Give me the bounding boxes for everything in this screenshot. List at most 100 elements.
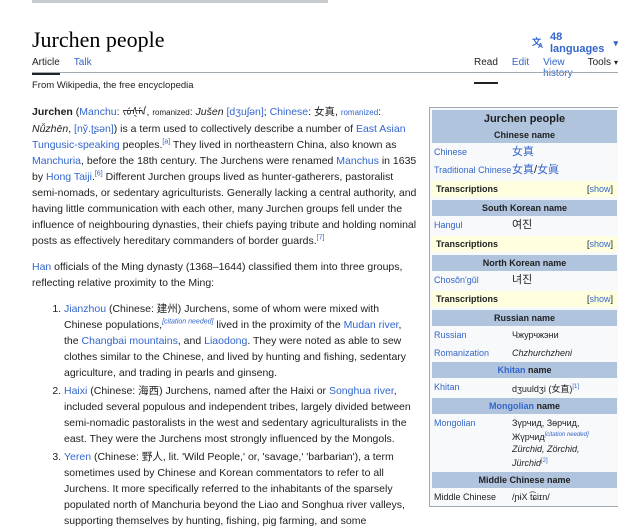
infobox-header-mongolian: Mongolian name [432,398,617,414]
infobox-header-middle-chinese: Middle Chinese name [432,472,617,488]
ref-7[interactable]: [7] [317,235,325,242]
link-khitan-header[interactable]: Khitan [497,365,525,375]
link-liaodong[interactable]: Liaodong [204,335,247,347]
text-run: ) is a term used to collectively describ… [113,123,356,135]
page-title: Jurchen people [32,27,165,52]
link-manchuria[interactable]: Manchuria [32,155,81,167]
link-jianzhou[interactable]: Jianzhou [64,303,106,315]
mongolian-cyrillic: Зүрчид, Зөрчид, Жүрчид [512,418,580,442]
infobox-header-khitan: Khitan name [432,362,617,378]
top-bar [0,0,618,6]
link-haixi[interactable]: Haixi [64,385,87,397]
transcriptions-toggle[interactable]: Transcriptions [show] [432,291,617,307]
romanized-label: romanized [152,108,190,117]
text-run: They lived in northeastern China, also k… [170,139,397,151]
bracket: ] [610,294,613,304]
list-item: Jianzhou (Chinese: 建州) Jurchens, some of… [64,301,418,381]
bold-term: Jurchen [32,106,73,118]
link-chinese-label[interactable]: Chinese [434,146,512,158]
link-romanized[interactable]: romanized [341,108,378,117]
list-item: Yeren (Chinese: 野人, lit. 'Wild People,' … [64,449,418,529]
tab-edit[interactable]: Edit [512,57,529,84]
link-mudan-river[interactable]: Mudan river [344,319,399,331]
infobox-header-south-korean: South Korean name [432,200,617,216]
link-hangul[interactable]: Hangul [434,219,512,231]
manchu-script: ᠵᡠᡧᡝᠨ [122,106,147,118]
show-button[interactable]: show [589,294,610,304]
link-han[interactable]: Han [32,261,51,273]
chosongul-value: 녀진 [512,274,533,286]
citation-needed[interactable]: [citation needed] [545,432,589,438]
text-run: officials of the Ming dynasty (1368–1644… [32,261,403,289]
ref-2[interactable]: [2] [541,458,548,464]
ref-6[interactable]: [6] [95,171,103,178]
text-run: (Chinese: 野人, lit. 'Wild People,' or, 's… [64,451,405,527]
link-jusen-ipa[interactable]: [dʒuʃən] [227,106,264,118]
tabs-divider [32,72,618,73]
nuzhen: Nǚzhēn [32,123,69,135]
tools-label: Tools [587,57,611,68]
text-run: , before the 18th century. The Jurchens … [81,155,337,167]
translate-icon: 文A [531,36,545,51]
link-mongolian-header[interactable]: Mongolian [489,401,534,411]
transcriptions-toggle[interactable]: Transcriptions [show] [432,236,617,252]
chinese-term: 女真 [313,106,335,118]
show-button[interactable]: show [589,239,610,249]
link-traditional-chinese[interactable]: Traditional Chinese [434,164,512,176]
infobox-row: Romanization Chzhurchzheni [430,344,618,362]
jusen: Jušen [195,106,224,118]
link-chosongul[interactable]: Chosŏn'gŭl [434,274,512,286]
link-russian[interactable]: Russian [434,329,512,341]
link-changbai-mountains[interactable]: Changbai mountains [82,335,178,347]
link-trad-value-2[interactable]: 女眞 [537,164,559,176]
link-manchus[interactable]: Manchus [336,155,379,167]
link-manchu[interactable]: Manchu [79,106,116,118]
link-chinese-value[interactable]: 女真 [512,146,534,158]
languages-button[interactable]: 文A 48 languages ▾ [531,31,618,55]
infobox-header-north-korean: North Korean name [432,255,617,271]
header-suffix: name [533,401,560,411]
link-romanization[interactable]: Romanization [434,347,512,359]
infobox-row: Chinese 女真 [430,143,618,161]
infobox-row: Mongolian Зүрчид, Зөрчид, Жүрчид[citation… [430,414,618,472]
mongolian-latin: Zürchid, Zörchid, Jürchid [512,444,580,468]
link-mongolian[interactable]: Mongolian [434,417,512,429]
bracket: ] [610,184,613,194]
citation-needed[interactable]: [citation needed] [162,319,213,326]
infobox: Jurchen people Chinese name Chinese 女真 Tr… [429,107,618,507]
infobox-row: Khitan dʒuuldʒi (女直)[1] [430,378,618,398]
infobox-title: Jurchen people [432,110,617,127]
text-run: peoples. [119,139,163,151]
infobox-row: Chosŏn'gŭl 녀진 [430,271,618,289]
transcriptions-label: Transcriptions [436,239,499,249]
infobox-row: Middle Chinese/ɲɨX t͡ɕiɪn/ [430,488,618,506]
ref-a[interactable]: [a] [162,139,170,146]
infobox-row: Hangul 여진 [430,216,618,234]
tab-read[interactable]: Read [474,57,498,84]
languages-label: 48 languages [550,31,605,55]
top-bar-strip [32,0,328,3]
link-nuzhen-ipa[interactable]: [ny̌.ʈʂən] [74,123,114,135]
link-yeren[interactable]: Yeren [64,451,91,463]
khitan-value: dʒuuldʒi (女直) [512,384,573,394]
middle-chinese-label: Middle Chinese [434,492,497,502]
chevron-down-icon: ▾ [613,37,618,48]
link-khitan[interactable]: Khitan [434,381,512,393]
ref-1[interactable]: [1] [572,384,579,390]
transcriptions-toggle[interactable]: Transcriptions [show] [432,181,617,197]
link-songhua-river[interactable]: Songhua river [329,385,394,397]
svg-text:A: A [538,43,543,48]
view-tabs: Read Edit View history Tools ▾ [474,57,618,84]
tab-view-history[interactable]: View history [543,57,573,84]
link-trad-value-1[interactable]: 女真 [512,164,534,176]
groups-list: Jianzhou (Chinese: 建州) Jurchens, some of… [32,301,418,529]
hangul-value: 여진 [512,219,533,231]
transcriptions-label: Transcriptions [436,294,499,304]
link-chinese[interactable]: Chinese [270,106,309,118]
show-button[interactable]: show [589,184,610,194]
link-hong-taiji[interactable]: Hong Taiji [46,171,92,183]
classification-paragraph: Han officials of the Ming dynasty (1368–… [32,259,418,291]
tab-tools[interactable]: Tools ▾ [588,57,618,84]
middle-chinese-value: /ɲɨX t͡ɕiɪn/ [512,492,550,502]
text-run: lived in the proximity of the [213,319,344,331]
